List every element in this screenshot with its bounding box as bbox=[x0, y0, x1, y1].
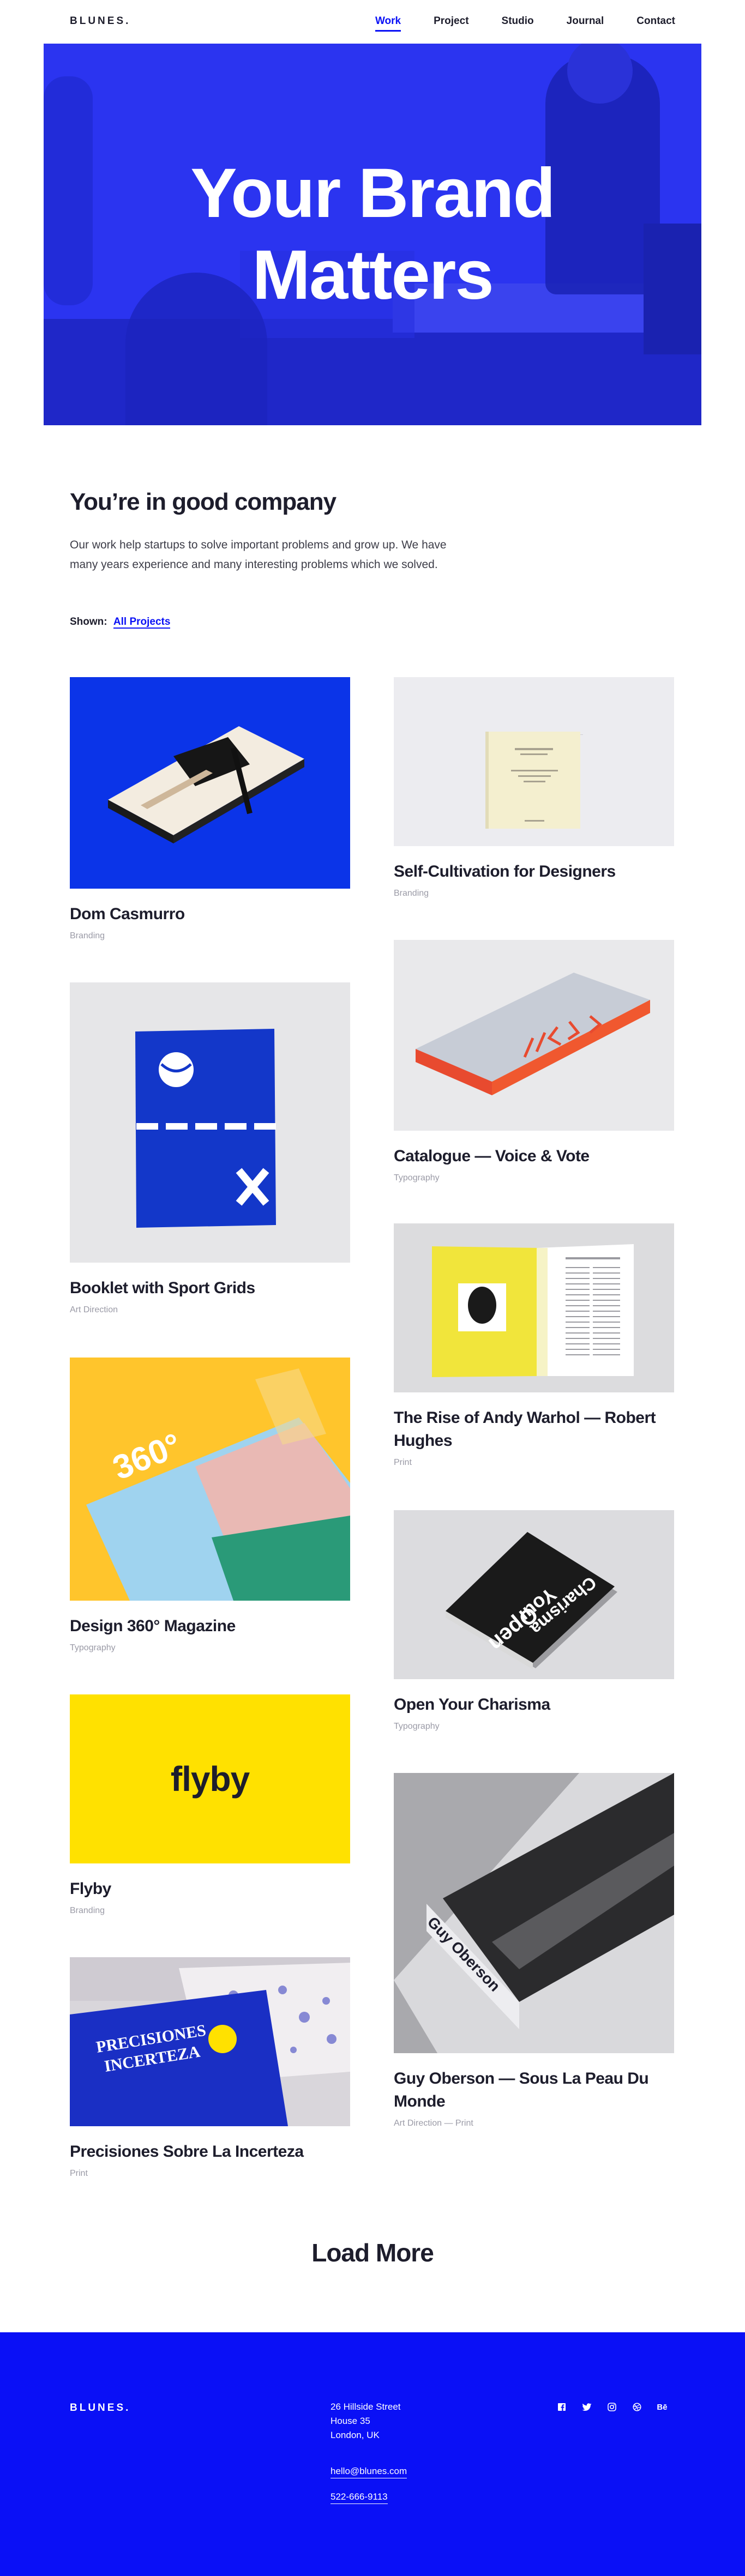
project-card-open-your-charisma[interactable]: Open Your Charisma Open Your Charisma Ty… bbox=[394, 1510, 674, 1732]
hero-title: Your Brand Matters bbox=[44, 153, 701, 316]
project-card-precisiones[interactable]: PRECISIONES INCERTEZA Precisiones Sobre … bbox=[70, 1957, 350, 2179]
main-nav: Work Project Studio Journal Contact bbox=[375, 15, 675, 32]
guy-oberson-illustration: Guy Oberson bbox=[394, 1773, 674, 2053]
project-card-guy-oberson[interactable]: Guy Oberson Guy Oberson — Sous La Peau D… bbox=[394, 1773, 674, 2128]
site-logo[interactable]: BLUNES. bbox=[70, 15, 130, 27]
footer-address-line: 26 Hillside Street bbox=[331, 2402, 401, 2412]
project-category: Branding bbox=[394, 889, 429, 898]
hero-title-line-1: Your Brand bbox=[190, 154, 555, 232]
site-footer: BLUNES. 26 Hillside Street House 35 Lond… bbox=[0, 2332, 745, 2576]
project-image-guy-oberson[interactable]: Guy Oberson bbox=[394, 1773, 674, 2053]
project-title[interactable]: The Rise of Andy Warhol — Robert Hughes bbox=[394, 1407, 674, 1452]
facebook-icon[interactable] bbox=[556, 2402, 567, 2412]
project-title[interactable]: Booklet with Sport Grids bbox=[70, 1277, 350, 1300]
nav-item-project[interactable]: Project bbox=[434, 15, 468, 32]
project-category: Branding bbox=[70, 1906, 105, 1915]
nav-item-work[interactable]: Work bbox=[375, 15, 401, 32]
project-image-voice-vote[interactable] bbox=[394, 940, 674, 1131]
project-category: Typography bbox=[70, 1643, 116, 1652]
cream-book-illustration bbox=[485, 732, 583, 829]
project-category: Typography bbox=[394, 1173, 440, 1183]
filter-all-projects-link[interactable]: All Projects bbox=[113, 616, 171, 629]
footer-address: 26 Hillside Street House 35 London, UK bbox=[331, 2400, 401, 2442]
open-magazine-illustration bbox=[432, 1244, 634, 1377]
project-title[interactable]: Precisiones Sobre La Incerteza bbox=[70, 2140, 350, 2163]
project-title[interactable]: Design 360° Magazine bbox=[70, 1615, 350, 1638]
footer-phone-link[interactable]: 522-666-9113 bbox=[331, 2491, 388, 2504]
nav-item-studio[interactable]: Studio bbox=[502, 15, 534, 32]
footer-email-link[interactable]: hello@blunes.com bbox=[331, 2466, 407, 2478]
project-card-booklet-sport-grids[interactable]: Booklet with Sport Grids Art Direction bbox=[70, 982, 350, 1315]
nav-item-journal[interactable]: Journal bbox=[567, 15, 604, 32]
project-card-self-cultivation[interactable]: Self-Cultivation for Designers Branding bbox=[394, 677, 674, 898]
hero-banner: Your Brand Matters bbox=[44, 44, 701, 425]
filter-row: Shown: All Projects bbox=[70, 616, 171, 629]
project-category: Art Direction bbox=[70, 1305, 118, 1314]
project-card-andy-warhol[interactable]: The Rise of Andy Warhol — Robert Hughes … bbox=[394, 1223, 674, 1468]
catalogue-illustration bbox=[416, 973, 650, 1095]
book-illustration bbox=[108, 726, 304, 843]
project-card-flyby[interactable]: flyby Flyby Branding bbox=[70, 1694, 350, 1916]
project-card-voice-vote[interactable]: Catalogue — Voice & Vote Typography bbox=[394, 940, 674, 1183]
nav-item-contact[interactable]: Contact bbox=[636, 15, 675, 32]
black-books-illustration: Open Your Charisma bbox=[446, 1532, 617, 1669]
project-title[interactable]: Catalogue — Voice & Vote bbox=[394, 1145, 674, 1168]
intro-heading: You’re in good company bbox=[70, 488, 337, 515]
project-image-self-cultivation[interactable] bbox=[394, 677, 674, 846]
dribbble-icon[interactable] bbox=[632, 2402, 642, 2412]
footer-logo[interactable]: BLUNES. bbox=[70, 2402, 130, 2414]
project-image-precisiones[interactable]: PRECISIONES INCERTEZA bbox=[70, 1957, 350, 2126]
project-image-design-360[interactable]: 360° bbox=[70, 1358, 350, 1601]
filter-label: Shown: bbox=[70, 616, 107, 628]
project-title[interactable]: Guy Oberson — Sous La Peau Du Monde bbox=[394, 2067, 674, 2113]
project-title[interactable]: Self-Cultivation for Designers bbox=[394, 860, 674, 883]
booklet-illustration bbox=[135, 1029, 276, 1228]
load-more-button[interactable]: Load More bbox=[0, 2238, 745, 2267]
project-card-design-360[interactable]: 360° Design 360° Magazine Typography bbox=[70, 1358, 350, 1653]
intro-text: Our work help startups to solve importan… bbox=[70, 539, 447, 571]
footer-address-line: London, UK bbox=[331, 2430, 380, 2440]
project-category: Art Direction — Print bbox=[394, 2119, 473, 2128]
precisiones-illustration: PRECISIONES INCERTEZA bbox=[70, 1957, 350, 2126]
project-image-booklet-sport-grids[interactable] bbox=[70, 982, 350, 1263]
project-title[interactable]: Open Your Charisma bbox=[394, 1693, 674, 1716]
twitter-icon[interactable] bbox=[581, 2402, 592, 2412]
instagram-icon[interactable] bbox=[606, 2402, 617, 2412]
project-category: Print bbox=[394, 1458, 412, 1467]
project-title[interactable]: Flyby bbox=[70, 1878, 350, 1901]
project-category: Print bbox=[70, 2169, 88, 2178]
project-image-flyby[interactable]: flyby bbox=[70, 1694, 350, 1863]
project-category: Branding bbox=[70, 931, 105, 940]
project-card-dom-casmurro[interactable]: Dom Casmurro Branding bbox=[70, 677, 350, 941]
project-title[interactable]: Dom Casmurro bbox=[70, 903, 350, 926]
project-image-dom-casmurro[interactable] bbox=[70, 677, 350, 889]
site-header: BLUNES. Work Project Studio Journal Cont… bbox=[0, 0, 745, 44]
behance-icon[interactable]: Bē bbox=[657, 2402, 668, 2412]
magazine-illustration: 360° bbox=[86, 1368, 350, 1601]
footer-address-line: House 35 bbox=[331, 2416, 370, 2426]
project-image-open-your-charisma[interactable]: Open Your Charisma bbox=[394, 1510, 674, 1679]
hero-title-line-2: Matters bbox=[252, 236, 494, 314]
project-image-andy-warhol[interactable] bbox=[394, 1223, 674, 1392]
social-links: Bē bbox=[556, 2402, 668, 2412]
project-category: Typography bbox=[394, 1722, 440, 1731]
flyby-logo: flyby bbox=[170, 1759, 250, 1799]
